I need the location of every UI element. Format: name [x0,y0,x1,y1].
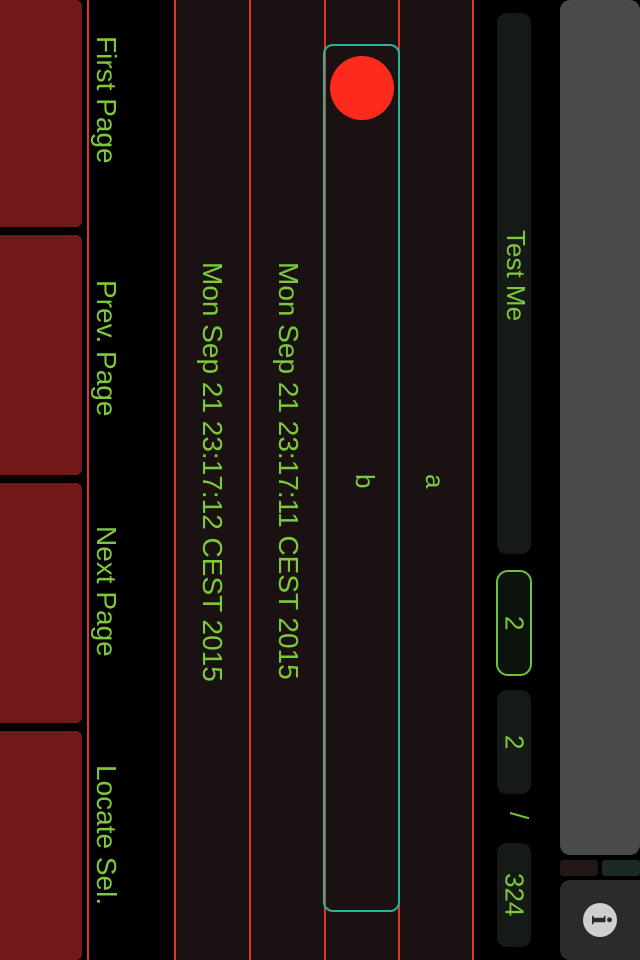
locate-sel-side-button[interactable] [0,731,82,960]
first-page-button[interactable]: First Page [90,36,122,164]
total-pages-display: 324 [497,843,531,947]
row-label-a: a [420,474,450,489]
total-pages-value: 324 [499,873,530,917]
row-timestamp: Mon Sep 21 23:17:12 CEST 2015 [197,262,228,682]
next-page-side-button[interactable] [0,483,82,723]
current-page-value: 2 [499,734,530,750]
record-indicator[interactable] [330,56,394,120]
selected-label-b: b [350,474,380,489]
first-page-side-button[interactable] [0,0,82,227]
side-panel [560,0,640,855]
divider [249,0,251,960]
page-input-value: 2 [499,615,530,631]
next-page-button[interactable]: Next Page [90,526,122,657]
prev-page-side-button[interactable] [0,235,82,475]
page-separator: / [504,812,534,820]
divider [87,0,89,960]
current-page-display: 2 [497,690,531,794]
row-timestamp: Mon Sep 21 23:17:11 CEST 2015 [273,262,304,680]
panel-segment [602,860,640,876]
page-input[interactable]: 2 [496,570,532,676]
locate-selection-button[interactable]: Locate Sel. [90,765,122,905]
title-text: Test Me [501,230,531,322]
prev-page-button[interactable]: Prev. Page [90,280,122,416]
divider [472,0,474,960]
info-button[interactable]: i [560,880,640,960]
info-icon: i [583,903,617,937]
divider [174,0,176,960]
panel-segment [560,860,598,876]
